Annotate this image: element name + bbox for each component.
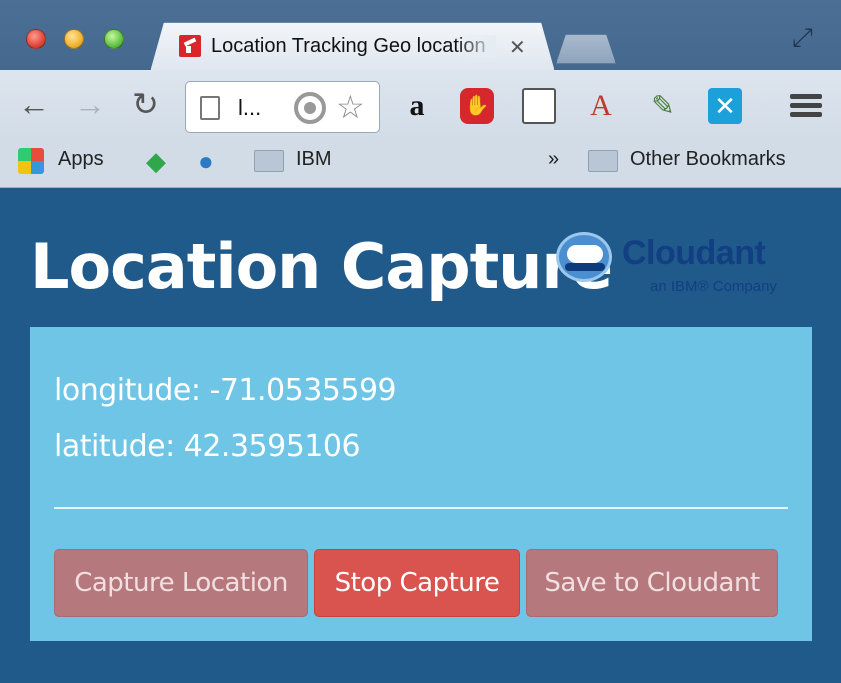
- address-text[interactable]: l...: [238, 95, 261, 121]
- star-icon[interactable]: ☆: [336, 88, 365, 126]
- browser-titlebar: Location Tracking Geo location ✕ ⤢: [0, 0, 841, 70]
- cloudant-logo: Cloudant an IBM® Company: [556, 230, 806, 300]
- back-arrow-icon[interactable]: ←: [18, 88, 50, 120]
- browser-tab-active[interactable]: Location Tracking Geo location ✕: [150, 22, 555, 72]
- xmarks-extension-icon[interactable]: ✕: [708, 88, 742, 124]
- folder-icon: [588, 150, 618, 172]
- address-bar[interactable]: l... ☆: [185, 81, 380, 133]
- reload-icon[interactable]: ↻: [132, 88, 159, 120]
- save-to-cloudant-button[interactable]: Save to Cloudant: [526, 549, 778, 617]
- cloudant-logo-icon: [556, 232, 612, 282]
- new-tab-button[interactable]: [556, 34, 616, 64]
- adblock-extension-icon[interactable]: ✋: [460, 88, 494, 124]
- notepad-extension-icon[interactable]: ✎: [646, 88, 680, 124]
- apps-grid-icon[interactable]: [18, 148, 44, 174]
- bookmark-ibm[interactable]: IBM: [296, 148, 332, 171]
- feedly-bookmark-icon[interactable]: ◆: [146, 146, 166, 177]
- page-title: Location Capture: [30, 230, 613, 303]
- font-extension-icon[interactable]: A: [584, 88, 618, 124]
- bookmark-apps[interactable]: Apps: [58, 148, 104, 171]
- logo-subtitle: an IBM® Company: [650, 278, 777, 295]
- tab-close-icon[interactable]: ✕: [509, 35, 526, 60]
- minimize-window-button[interactable]: [64, 29, 84, 49]
- hamburger-menu-icon[interactable]: [790, 94, 822, 118]
- page-icon: [200, 96, 220, 120]
- bookmark-other[interactable]: Other Bookmarks: [630, 148, 786, 171]
- fullscreen-icon[interactable]: ⤢: [792, 22, 813, 54]
- zoom-window-button[interactable]: [104, 29, 124, 49]
- location-panel: longitude: -71.0535599 latitude: 42.3595…: [30, 327, 812, 641]
- amazon-extension-icon[interactable]: a: [400, 88, 434, 124]
- window-extension-icon[interactable]: [522, 88, 556, 124]
- location-target-icon[interactable]: [294, 92, 326, 124]
- latitude-readout: latitude: 42.3595106: [54, 429, 361, 464]
- tab-favicon-icon: [179, 35, 201, 57]
- divider: [54, 507, 788, 509]
- folder-icon: [254, 150, 284, 172]
- forward-arrow-icon[interactable]: →: [74, 88, 106, 120]
- bookmarks-overflow-icon[interactable]: »: [548, 148, 559, 171]
- stop-capture-button[interactable]: Stop Capture: [314, 549, 520, 617]
- close-window-button[interactable]: [26, 29, 46, 49]
- tab-title: Location Tracking Geo location: [211, 35, 496, 58]
- globe-bookmark-icon[interactable]: ●: [198, 146, 214, 177]
- capture-location-button[interactable]: Capture Location: [54, 549, 308, 617]
- longitude-readout: longitude: -71.0535599: [54, 373, 397, 408]
- logo-name: Cloudant: [622, 234, 766, 272]
